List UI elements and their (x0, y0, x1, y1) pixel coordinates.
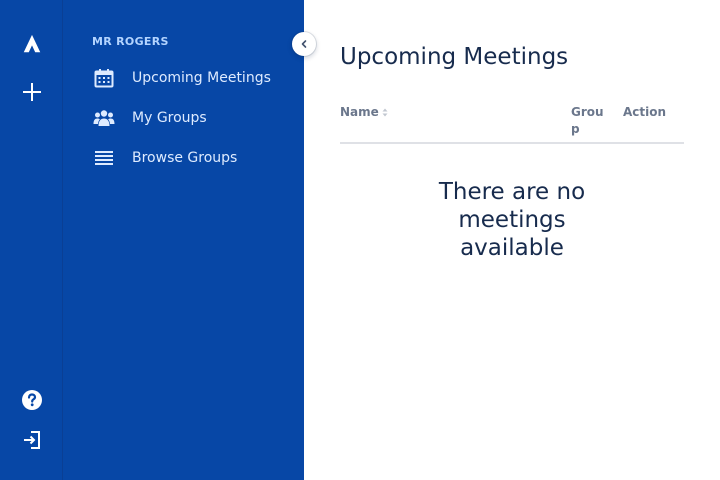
sort-icon (382, 108, 388, 117)
atlassian-logo-icon[interactable] (16, 28, 48, 60)
sidebar-item-label: Browse Groups (132, 150, 238, 166)
column-header-group: Group (571, 105, 604, 136)
global-navigation (0, 0, 63, 480)
sidebar-item-label: My Groups (132, 110, 207, 126)
sidebar-item-browse-groups[interactable]: Browse Groups (92, 146, 237, 170)
calendar-icon (92, 66, 116, 90)
people-group-icon (92, 106, 116, 130)
empty-state-text: There are no meetings available (438, 179, 586, 261)
empty-state-message: There are no meetings available (340, 178, 684, 262)
sign-out-icon[interactable] (16, 424, 48, 456)
sidebar-item-upcoming-meetings[interactable]: Upcoming Meetings (92, 66, 271, 90)
question-circle-icon[interactable] (16, 384, 48, 416)
sidebar-collapse-button[interactable] (292, 32, 316, 56)
sidebar-item-my-groups[interactable]: My Groups (92, 106, 207, 130)
sidebar-item-label: Upcoming Meetings (132, 70, 271, 86)
page-title: Upcoming Meetings (340, 44, 569, 70)
main-content: Upcoming Meetings Name Group Action Ther… (304, 0, 720, 480)
user-name: MR ROGERS (92, 35, 169, 48)
sidebar: MR ROGERS Upcoming Meetings My Groups Br… (63, 0, 304, 480)
chevron-left-icon (299, 39, 309, 49)
column-header-label: Name (340, 105, 379, 119)
column-header-name[interactable]: Name (340, 104, 388, 121)
plus-icon[interactable] (16, 76, 48, 108)
table-header-divider (340, 142, 684, 144)
column-header-action: Action (623, 105, 667, 119)
list-icon (92, 146, 116, 170)
